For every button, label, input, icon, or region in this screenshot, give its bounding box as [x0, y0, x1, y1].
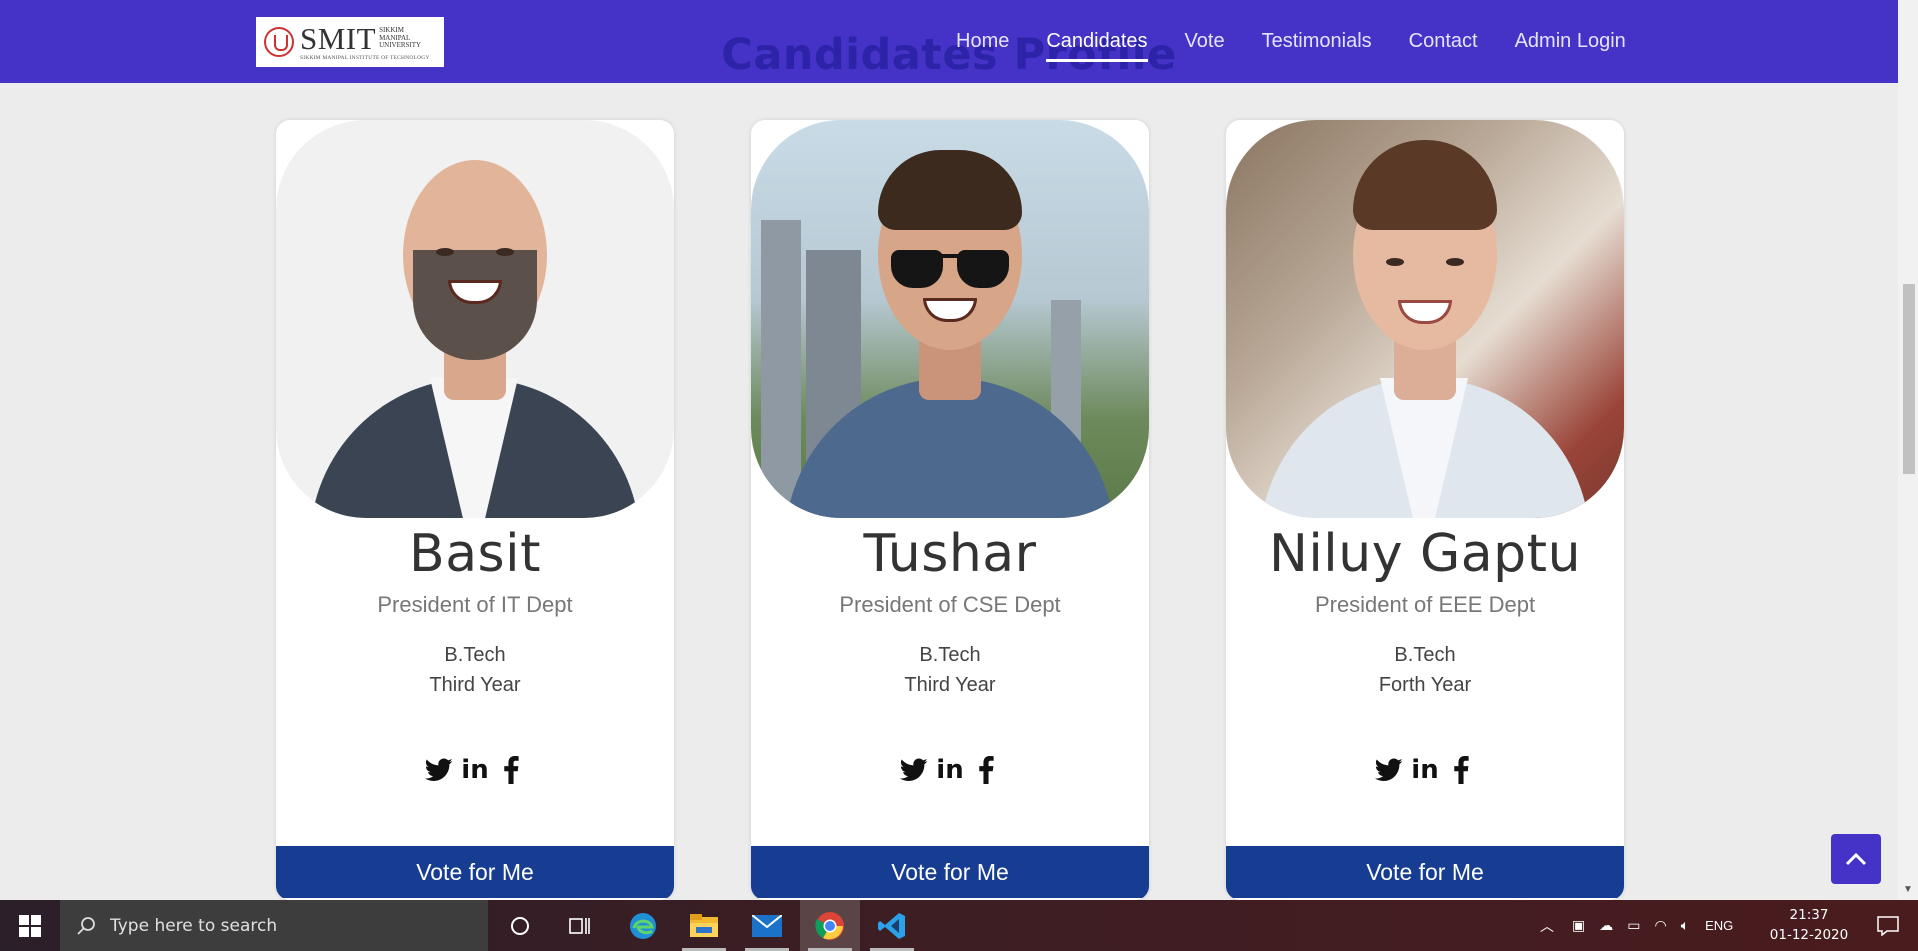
twitter-icon[interactable]	[1374, 755, 1404, 785]
volume-icon[interactable]: 🔈︎	[1681, 917, 1689, 934]
scroll-down-arrow-icon[interactable]: ▼	[1903, 884, 1913, 895]
facebook-icon[interactable]	[1446, 755, 1476, 785]
show-hidden-icons-icon[interactable]: ︿	[1540, 916, 1554, 936]
candidate-card: Tushar President of CSE Dept B.Tech Thir…	[751, 120, 1149, 900]
candidate-photo	[276, 120, 674, 518]
vote-button[interactable]: Vote for Me	[751, 846, 1149, 898]
wifi-icon[interactable]: ◠	[1654, 917, 1666, 934]
taskbar-clock[interactable]: 21:37 01-12-2020	[1766, 905, 1852, 945]
candidate-year: Third Year	[904, 674, 996, 696]
chrome-icon[interactable]	[800, 900, 860, 951]
task-view-icon[interactable]	[550, 900, 610, 951]
facebook-icon[interactable]	[971, 755, 1001, 785]
cortana-icon[interactable]	[490, 900, 550, 951]
file-explorer-icon[interactable]	[674, 900, 734, 951]
candidate-card: Niluy Gaptu President of EEE Dept B.Tech…	[1226, 120, 1624, 900]
system-tray: ︿ ▣ ☁ ▭ ◠ 🔈︎ ENG	[1540, 900, 1733, 951]
vote-button[interactable]: Vote for Me	[1226, 846, 1624, 898]
taskbar-search[interactable]: Type here to search	[60, 900, 488, 951]
candidate-card: Basit President of IT Dept B.Tech Third …	[276, 120, 674, 900]
logo-subtitle: SIKKIM MANIPAL INSTITUTE OF TECHNOLOGY	[300, 54, 430, 61]
clock-date: 01-12-2020	[1769, 927, 1849, 943]
scrollbar-thumb[interactable]	[1903, 284, 1915, 474]
nav-contact[interactable]: Contact	[1409, 30, 1478, 53]
candidate-role: President of CSE Dept	[839, 592, 1061, 617]
nav-links: Home Candidates Vote Testimonials Contac…	[956, 0, 1663, 83]
logo-name: SMIT	[300, 20, 377, 56]
onedrive-icon[interactable]: ☁	[1599, 917, 1613, 934]
candidate-year: Third Year	[429, 674, 521, 696]
linkedin-icon[interactable]: in	[1410, 755, 1440, 785]
nav-vote[interactable]: Vote	[1185, 30, 1225, 53]
candidate-degree: B.Tech	[919, 644, 981, 666]
social-links: in	[751, 755, 1149, 785]
candidate-role: President of EEE Dept	[1314, 592, 1536, 617]
university-seal-icon	[264, 27, 294, 57]
nav-testimonials[interactable]: Testimonials	[1262, 30, 1372, 53]
page-scrollbar[interactable]: ▼	[1898, 0, 1918, 900]
candidate-degree: B.Tech	[444, 644, 506, 666]
candidate-degree: B.Tech	[1394, 644, 1456, 666]
battery-icon[interactable]: ▭	[1627, 917, 1640, 934]
candidate-name: Niluy Gaptu	[1268, 524, 1582, 584]
twitter-icon[interactable]	[899, 755, 929, 785]
social-links: in	[276, 755, 674, 785]
logo-university-line: UNIVERSITY	[379, 40, 422, 49]
windows-logo-icon	[19, 914, 41, 937]
search-icon	[77, 916, 95, 935]
clock-time: 21:37	[1789, 907, 1829, 923]
back-to-top-button[interactable]	[1831, 834, 1881, 884]
edge-icon[interactable]	[613, 900, 673, 951]
nav-candidates[interactable]: Candidates	[1046, 30, 1148, 62]
linkedin-icon[interactable]: in	[935, 755, 965, 785]
candidate-photo	[1226, 120, 1624, 518]
candidate-photo	[751, 120, 1149, 518]
candidate-name: Tushar	[863, 524, 1037, 584]
nav-home[interactable]: Home	[956, 30, 1009, 53]
start-button[interactable]	[0, 900, 60, 951]
language-indicator[interactable]: ENG	[1705, 918, 1733, 933]
nav-admin-login[interactable]: Admin Login	[1515, 30, 1626, 53]
social-links: in	[1226, 755, 1624, 785]
mail-icon[interactable]	[737, 900, 797, 951]
notifications-icon[interactable]	[1858, 900, 1918, 951]
candidate-role: President of IT Dept	[377, 592, 573, 617]
windows-taskbar: Type here to search ︿ ▣ ☁ ▭ ◠ 🔈︎ ENG 21:…	[0, 900, 1918, 951]
vscode-icon[interactable]	[862, 900, 922, 951]
search-placeholder: Type here to search	[110, 915, 278, 936]
vote-button[interactable]: Vote for Me	[276, 846, 674, 898]
candidate-name: Basit	[409, 524, 541, 584]
twitter-icon[interactable]	[424, 755, 454, 785]
meet-now-icon[interactable]: ▣	[1572, 917, 1585, 934]
smit-logo[interactable]: SMIT SIKKIM MANIPAL UNIVERSITY SIKKIM MA…	[256, 17, 444, 67]
facebook-icon[interactable]	[496, 755, 526, 785]
navbar: Candidates Profile SMIT SIKKIM MANIPAL U…	[0, 0, 1898, 83]
linkedin-icon[interactable]: in	[460, 755, 490, 785]
candidate-year: Forth Year	[1378, 674, 1472, 696]
chevron-up-icon	[1845, 852, 1867, 866]
